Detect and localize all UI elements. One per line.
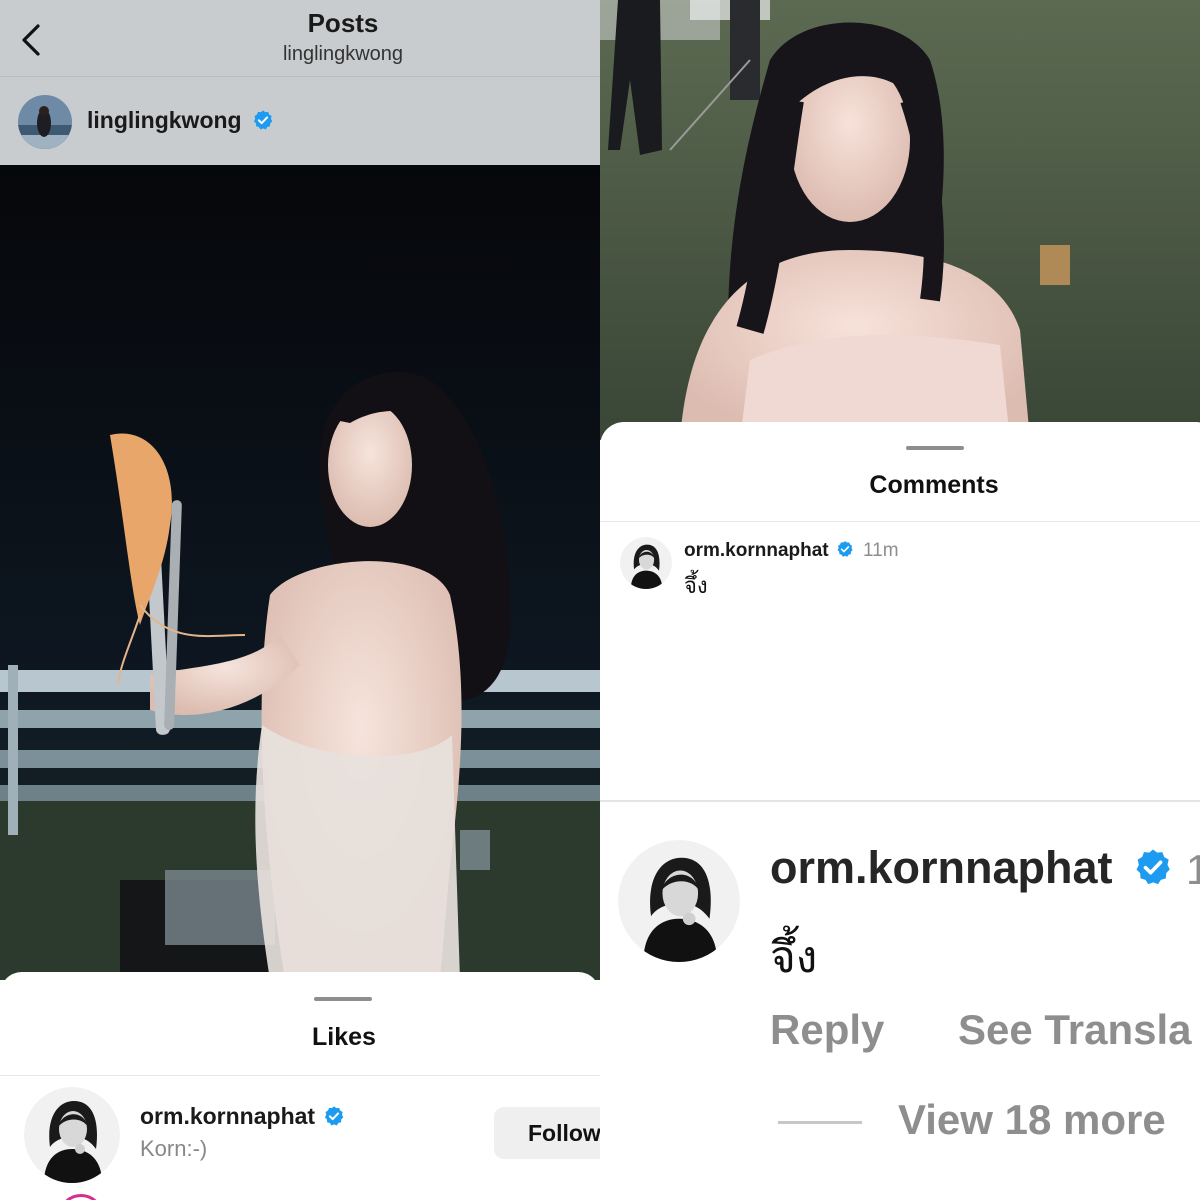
replies-indicator-line	[778, 1121, 862, 1124]
comment-username-text: orm.kornnaphat	[684, 540, 829, 561]
liker-full-name: Korn:-)	[140, 1136, 208, 1161]
commenter-avatar[interactable]	[620, 537, 672, 589]
view-more-replies-button[interactable]: View 18 more	[898, 1096, 1166, 1144]
zoomed-comment-timestamp: 1	[1186, 846, 1200, 893]
reply-button[interactable]: Reply	[770, 1006, 884, 1054]
post-photo[interactable]	[0, 165, 600, 980]
post-author-username-text: linglingkwong	[87, 107, 242, 133]
background-post-photo-image	[600, 0, 1200, 440]
right-panel-comments-screen: Comments orm.kornnaphat 11m จึ้ง orm.kor…	[600, 0, 1200, 1200]
likes-sheet-title: Likes	[312, 1023, 376, 1051]
liker-avatar-image	[24, 1087, 120, 1183]
background-post-photo	[600, 0, 1200, 440]
comments-divider	[600, 521, 1200, 522]
zoomed-comment-username[interactable]: orm.kornnaphat	[770, 842, 1173, 894]
likes-divider	[0, 1075, 600, 1076]
zoomed-comment-username-text: orm.kornnaphat	[770, 842, 1113, 893]
comments-bottom-sheet	[600, 422, 1200, 1200]
comments-sheet-title: Comments	[869, 471, 999, 499]
page-subtitle-username: linglingkwong	[282, 43, 404, 65]
verified-badge-icon	[1136, 849, 1170, 885]
zoom-section-divider	[600, 800, 1200, 802]
verified-badge-icon	[325, 1106, 344, 1126]
liker-avatar[interactable]	[24, 1087, 120, 1183]
zoomed-comment-text: จึ้ง	[770, 933, 818, 982]
liker-username-text: orm.kornnaphat	[140, 1103, 316, 1129]
left-panel-posts-screen: Posts linglingkwong linglingkwong Likes …	[0, 0, 600, 1200]
post-photo-image	[0, 165, 600, 980]
liker-username[interactable]: orm.kornnaphat	[140, 1103, 345, 1130]
likes-sheet-handle[interactable]	[314, 997, 372, 1001]
see-translation-button[interactable]: See Transla	[958, 1006, 1191, 1054]
comment-username[interactable]: orm.kornnaphat	[684, 540, 854, 562]
author-avatar-image	[18, 95, 72, 149]
zoomed-commenter-avatar[interactable]	[618, 840, 740, 962]
verified-badge-icon	[837, 541, 853, 558]
follow-button[interactable]: Follow	[494, 1107, 600, 1159]
verified-badge-icon	[253, 110, 273, 130]
comment-text: จึ้ง	[684, 573, 708, 598]
page-title: Posts	[307, 8, 379, 38]
author-avatar[interactable]	[18, 95, 72, 149]
commenter-avatar-image	[620, 537, 672, 589]
post-author-username[interactable]: linglingkwong	[87, 107, 274, 134]
comment-timestamp: 11m	[863, 540, 899, 561]
header-divider	[0, 76, 600, 77]
comments-sheet-handle[interactable]	[906, 446, 964, 450]
zoomed-commenter-avatar-image	[618, 840, 740, 962]
